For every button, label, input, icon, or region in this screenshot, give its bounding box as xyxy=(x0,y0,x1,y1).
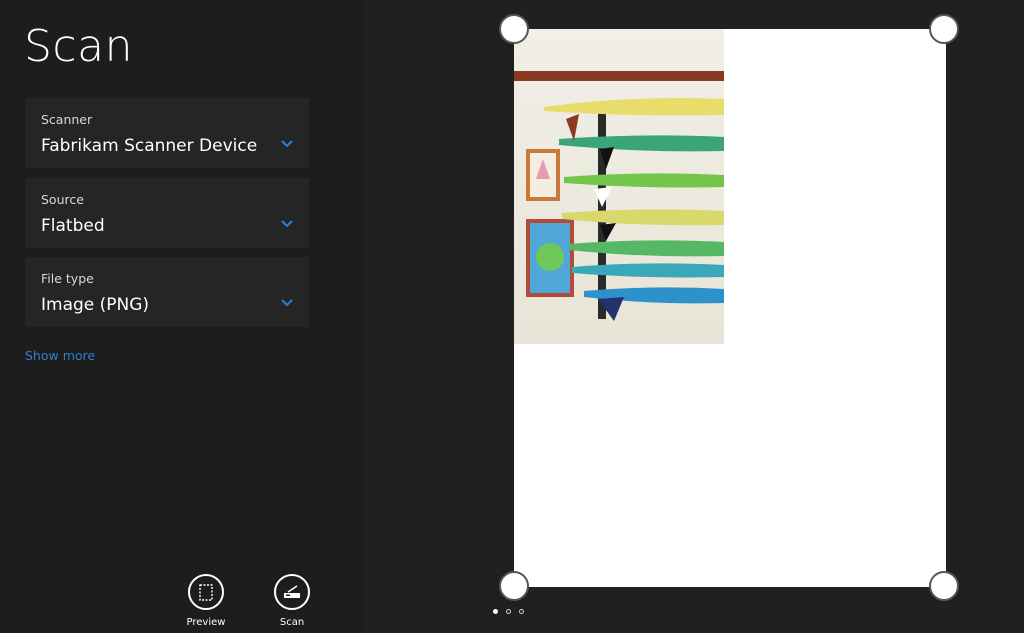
scan-button[interactable]: Scan xyxy=(262,574,322,630)
preview-icon xyxy=(199,583,213,601)
chevron-down-icon xyxy=(281,220,293,228)
preview-label: Preview xyxy=(186,617,226,628)
surfboards-photo xyxy=(514,29,724,344)
page-dot-3[interactable] xyxy=(519,609,524,614)
scan-settings-pane: Scan Scanner Fabrikam Scanner Device Sou… xyxy=(0,0,362,633)
chevron-down-icon xyxy=(281,299,293,307)
file-type-dropdown[interactable]: File type Image (PNG) xyxy=(25,257,309,327)
page-indicator xyxy=(493,609,524,614)
scan-label: Scan xyxy=(279,617,305,628)
scanner-dropdown[interactable]: Scanner Fabrikam Scanner Device xyxy=(25,98,309,168)
source-dropdown[interactable]: Source Flatbed xyxy=(25,178,309,248)
scanner-icon xyxy=(284,585,300,598)
crop-handle-bottom-right[interactable] xyxy=(929,571,959,601)
preview-circle xyxy=(188,574,224,610)
scanner-label: Scanner xyxy=(41,112,93,127)
page-title: Scan xyxy=(24,21,133,72)
source-value: Flatbed xyxy=(41,216,105,236)
crop-handle-top-left[interactable] xyxy=(499,14,529,44)
show-more-link[interactable]: Show more xyxy=(25,348,95,363)
crop-handle-top-right[interactable] xyxy=(929,14,959,44)
chevron-down-icon xyxy=(281,140,293,148)
file-type-label: File type xyxy=(41,271,94,286)
scan-circle xyxy=(274,574,310,610)
preview-page[interactable] xyxy=(514,29,946,587)
crop-handle-bottom-left[interactable] xyxy=(499,571,529,601)
page-dot-2[interactable] xyxy=(506,609,511,614)
file-type-value: Image (PNG) xyxy=(41,295,150,315)
scanner-value: Fabrikam Scanner Device xyxy=(41,136,258,156)
source-label: Source xyxy=(41,192,84,207)
scanned-image xyxy=(514,29,724,344)
preview-button[interactable]: Preview xyxy=(176,574,236,630)
page-dot-1[interactable] xyxy=(493,609,498,614)
